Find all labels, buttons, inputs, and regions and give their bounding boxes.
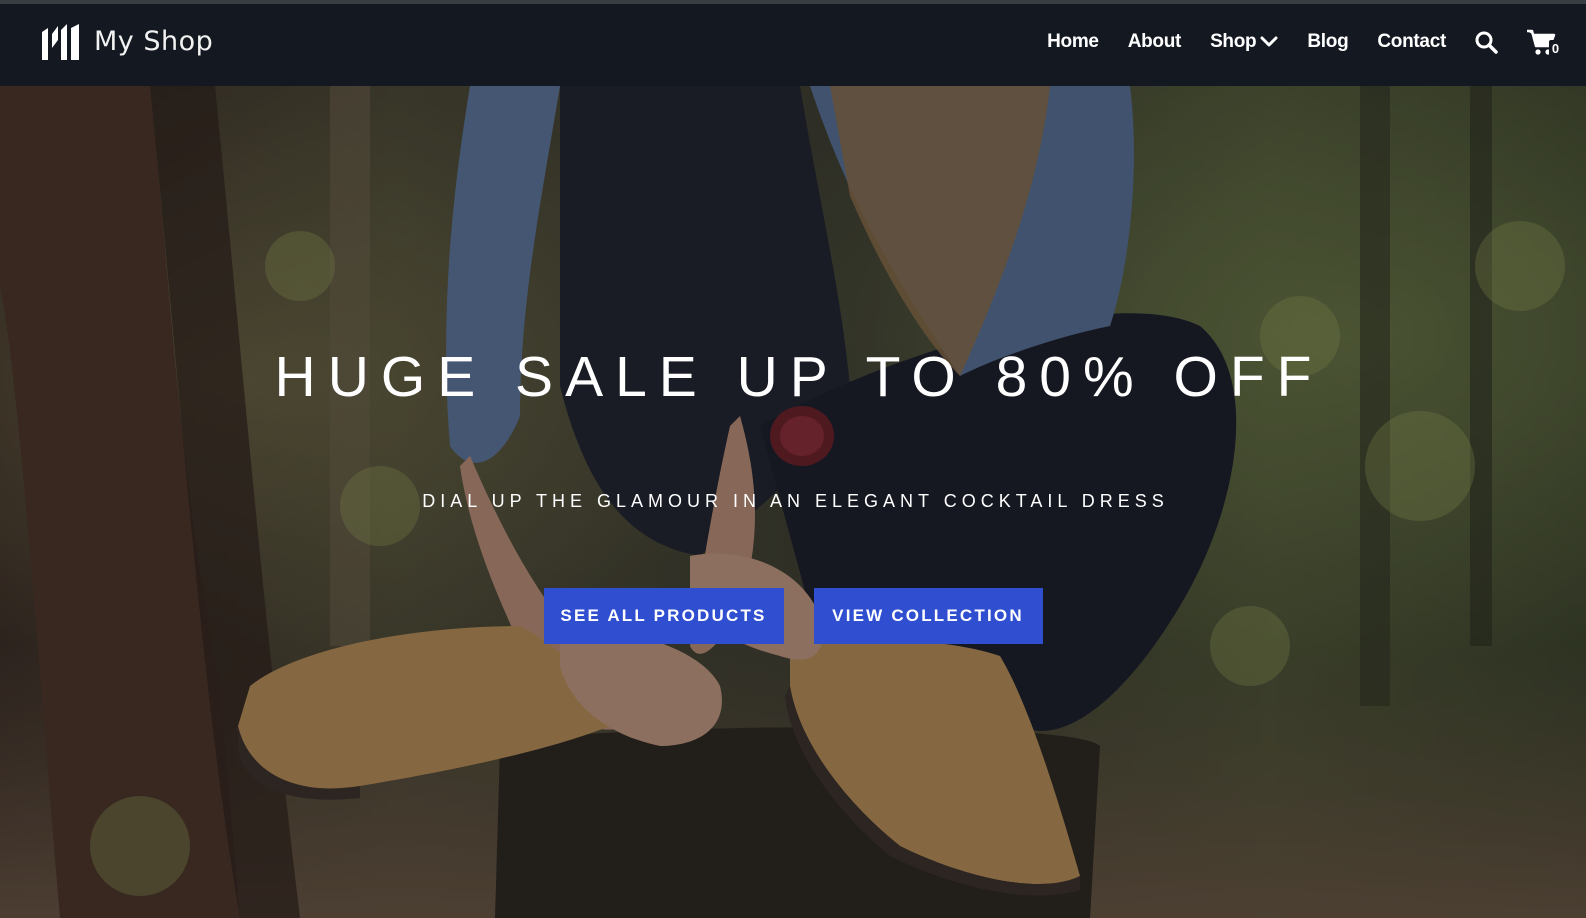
hero-subtitle: DIAL UP THE GLAMOUR IN AN ELEGANT COCKTA… [422, 491, 1169, 511]
hero-title: HUGE SALE UP TO 80% OFF [274, 345, 1324, 409]
nav-contact-label: Contact [1377, 31, 1446, 52]
brand-link[interactable]: My Shop [42, 24, 213, 60]
chevron-down-icon [1260, 36, 1278, 47]
see-all-products-button[interactable]: SEE ALL PRODUCTS [543, 588, 784, 644]
cart-button[interactable]: 0 [1526, 28, 1562, 57]
nav-shop[interactable]: Shop [1210, 31, 1278, 53]
search-icon [1475, 31, 1498, 54]
nav-about-label: About [1127, 31, 1182, 52]
search-button[interactable] [1474, 30, 1498, 54]
nav-shop-label: Shop [1210, 31, 1257, 52]
nav-about[interactable]: About [1127, 31, 1182, 53]
site-header: My Shop Home About Shop Blog Contact 0 [0, 4, 1586, 86]
cart-count-badge: 0 [1549, 40, 1562, 57]
hero-buttons: SEE ALL PRODUCTS VIEW COLLECTION [0, 588, 1586, 644]
view-collection-button[interactable]: VIEW COLLECTION [813, 588, 1043, 644]
nav-blog[interactable]: Blog [1307, 31, 1348, 53]
brand-logo-icon [42, 24, 79, 60]
nav-home[interactable]: Home [1047, 31, 1099, 53]
main-nav: Home About Shop Blog Contact 0 [1047, 22, 1562, 62]
nav-contact[interactable]: Contact [1377, 31, 1446, 53]
nav-home-label: Home [1047, 31, 1099, 52]
nav-blog-label: Blog [1307, 31, 1349, 52]
hero-banner: HUGE SALE UP TO 80% OFF DIAL UP THE GLAM… [0, 86, 1586, 918]
brand-name: My Shop [94, 26, 214, 57]
